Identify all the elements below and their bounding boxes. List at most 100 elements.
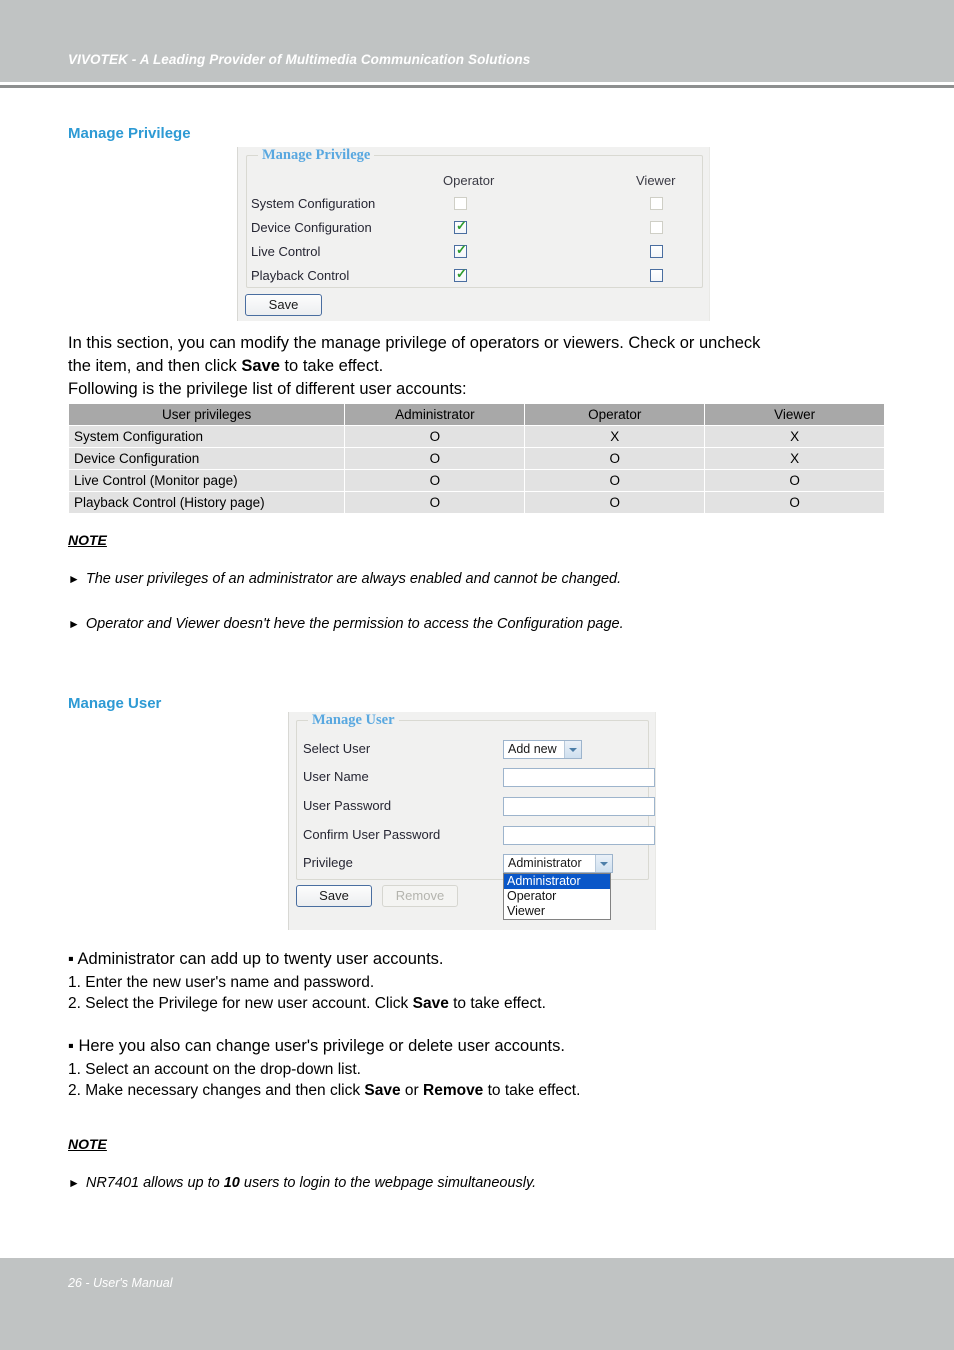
table-header-row: User privileges Administrator Operator V… <box>67 403 885 426</box>
table-cell-privilege-name: Playback Control (History page) <box>67 491 346 514</box>
bullet-2-step-2-bold-remove: Remove <box>423 1082 484 1099</box>
dropdown-option-operator[interactable]: Operator <box>504 889 610 904</box>
page-header-band <box>0 0 954 82</box>
checkbox-operator-playback-control[interactable]: ✓ <box>454 266 467 282</box>
table-cell-privilege-name: Device Configuration <box>67 447 346 470</box>
table-cell-viewer: O <box>704 469 885 492</box>
checkbox-viewer-playback-control[interactable] <box>650 269 663 282</box>
privilege-row-label-system-configuration: System Configuration <box>251 196 376 211</box>
table-header-administrator: Administrator <box>344 403 526 426</box>
manage-user-screenshot: Manage User Select User Add new User Nam… <box>288 712 656 930</box>
checkbox-viewer-live-control[interactable] <box>650 245 663 258</box>
user-name-input[interactable] <box>503 768 655 787</box>
field-label-user-password: User Password <box>303 798 392 813</box>
select-user-value: Add new <box>508 742 557 756</box>
privilege-row-label-live-control: Live Control <box>251 244 321 259</box>
bullet-square-icon: ▪ <box>68 950 74 968</box>
page-footer-text: 26 - User's Manual <box>68 1276 173 1290</box>
privilege-row-label-playback-control: Playback Control <box>251 268 350 283</box>
table-row: System Configuration O X X <box>67 425 885 448</box>
note-item-privilege-2-text: Operator and Viewer doesn't heve the per… <box>85 616 624 632</box>
field-label-select-user: Select User <box>303 741 371 756</box>
note-item-privilege-1: ► The user privileges of an administrator… <box>68 571 621 587</box>
table-cell-operator: O <box>524 491 706 514</box>
header-divider-rule <box>0 85 954 88</box>
page-footer-band <box>0 1258 954 1350</box>
manage-user-remove-button: Remove <box>382 885 458 907</box>
note-item-user-1: ► NR7401 allows up to 10 users to login t… <box>68 1175 536 1191</box>
column-header-operator: Operator <box>443 173 495 188</box>
bullet-1-step-1: 1. Enter the new user's name and passwor… <box>68 974 375 991</box>
note-label-user: NOTE <box>68 1136 107 1152</box>
field-label-privilege: Privilege <box>303 855 353 870</box>
triangle-right-icon: ► <box>68 1176 80 1190</box>
table-header-user-privileges: User privileges <box>67 403 346 426</box>
paragraph-line-2-post: to take effect. <box>279 357 384 375</box>
bullet-2-step-2-post: to take effect. <box>483 1082 581 1099</box>
manage-user-legend: Manage User <box>308 712 399 729</box>
manage-user-instructions-block-2: ▪ Here you also can change user's privil… <box>68 1035 888 1058</box>
triangle-right-icon: ► <box>68 572 80 586</box>
checkbox-viewer-system-configuration[interactable] <box>650 197 663 210</box>
note-label-privilege: NOTE <box>68 532 107 548</box>
triangle-right-icon: ► <box>68 617 80 631</box>
paragraph-line-2-bold: Save <box>241 357 280 375</box>
checkbox-operator-system-configuration[interactable] <box>454 197 467 210</box>
check-mark-icon: ✓ <box>456 242 467 257</box>
table-cell-administrator: O <box>344 491 526 514</box>
note-item-privilege-1-text: The user privileges of an administrator … <box>85 571 622 587</box>
privilege-dropdown-list[interactable]: Administrator Operator Viewer <box>503 873 611 920</box>
section-heading-manage-user: Manage User <box>68 695 162 712</box>
field-label-user-name: User Name <box>303 769 369 784</box>
paragraph-line-2-pre: the item, and then click <box>68 357 242 375</box>
note-item-user-1-pre: NR7401 allows up to <box>85 1175 224 1191</box>
checkbox-viewer-device-configuration[interactable] <box>650 221 663 234</box>
manage-privilege-screenshot: Manage Privilege Operator Viewer System … <box>237 147 710 321</box>
bullet-2-text: Here you also can change user's privileg… <box>78 1037 565 1055</box>
chevron-down-icon[interactable] <box>564 741 581 758</box>
table-header-operator: Operator <box>524 403 706 426</box>
user-password-input[interactable] <box>503 797 655 816</box>
checkbox-operator-live-control[interactable]: ✓ <box>454 242 467 258</box>
dropdown-option-viewer[interactable]: Viewer <box>504 904 610 919</box>
check-mark-icon: ✓ <box>456 218 467 233</box>
table-row: Device Configuration O O X <box>67 447 885 470</box>
select-user-dropdown[interactable]: Add new <box>503 740 582 759</box>
field-label-confirm-user-password: Confirm User Password <box>303 827 441 842</box>
manage-privilege-save-button[interactable]: Save <box>245 294 322 316</box>
manage-user-instructions-block-1: ▪ Administrator can add up to twenty use… <box>68 948 888 971</box>
table-row: Playback Control (History page) O O O <box>67 491 885 514</box>
paragraph-line-3: Following is the privilege list of diffe… <box>68 380 467 398</box>
bullet-2-step-2-mid: or <box>400 1082 423 1099</box>
table-cell-administrator: O <box>344 447 526 470</box>
bullet-1-step-2-post: to take effect. <box>448 995 546 1012</box>
table-cell-administrator: O <box>344 425 526 448</box>
paragraph-line-1: In this section, you can modify the mana… <box>68 334 761 352</box>
check-mark-icon: ✓ <box>456 266 467 281</box>
bullet-1-step-2-bold: Save <box>412 995 449 1012</box>
dropdown-option-administrator[interactable]: Administrator <box>504 874 610 889</box>
table-cell-privilege-name: System Configuration <box>67 425 346 448</box>
privilege-dropdown[interactable]: Administrator <box>503 854 613 873</box>
table-cell-viewer: O <box>704 491 885 514</box>
table-cell-viewer: X <box>704 447 885 470</box>
manage-user-save-button[interactable]: Save <box>296 885 372 907</box>
privilege-selected-value: Administrator <box>508 856 582 870</box>
bullet-1-text: Administrator can add up to twenty user … <box>77 950 444 968</box>
chevron-down-icon[interactable] <box>595 855 612 872</box>
table-row: Live Control (Monitor page) O O O <box>67 469 885 492</box>
privilege-list-table: User privileges Administrator Operator V… <box>67 403 885 514</box>
bullet-1-step-2-pre: 2. Select the Privilege for new user acc… <box>68 995 413 1012</box>
page-header-title: VIVOTEK - A Leading Provider of Multimed… <box>68 52 531 67</box>
manage-privilege-legend: Manage Privilege <box>258 147 375 164</box>
table-cell-operator: O <box>524 447 706 470</box>
checkbox-operator-device-configuration[interactable]: ✓ <box>454 218 467 234</box>
privilege-row-label-device-configuration: Device Configuration <box>251 220 372 235</box>
manage-user-steps-block-1: 1. Enter the new user's name and passwor… <box>68 972 888 1014</box>
confirm-user-password-input[interactable] <box>503 826 655 845</box>
table-header-viewer: Viewer <box>704 403 885 426</box>
note-item-user-1-post: users to login to the webpage simultaneo… <box>239 1175 537 1191</box>
manage-user-steps-block-2: 1. Select an account on the drop-down li… <box>68 1059 888 1101</box>
manage-privilege-paragraph: In this section, you can modify the mana… <box>68 332 888 401</box>
bullet-2-step-1: 1. Select an account on the drop-down li… <box>68 1061 361 1078</box>
